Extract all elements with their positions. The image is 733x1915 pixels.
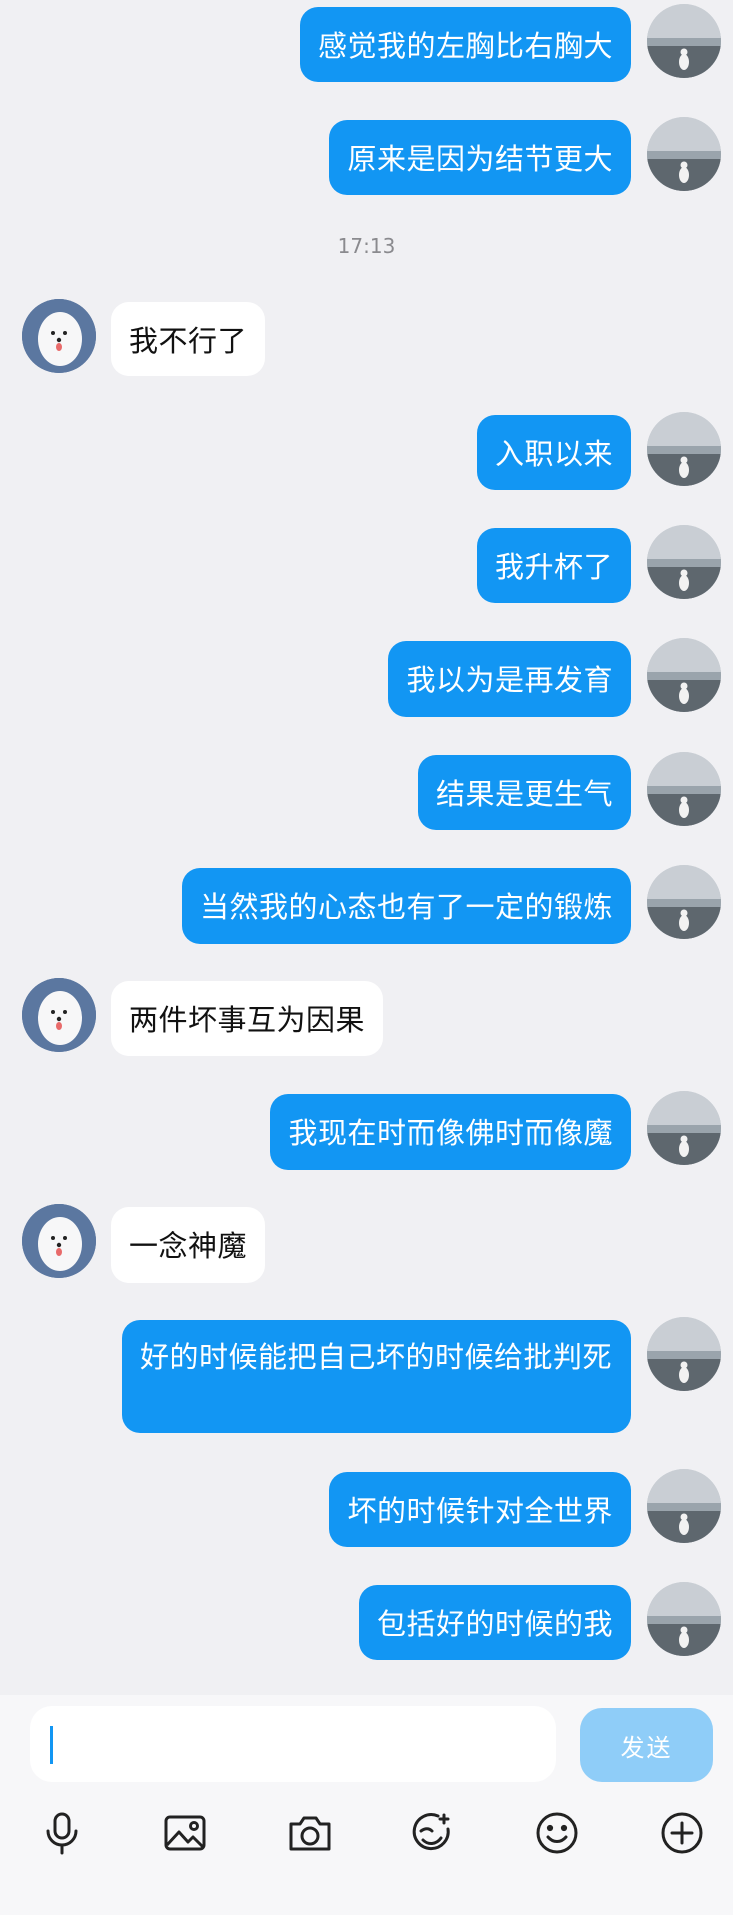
message-row-sent: 坏的时候针对全世界 — [0, 1469, 733, 1547]
message-row-sent: 结果是更生气 — [0, 752, 733, 830]
beach-photo-avatar[interactable] — [647, 1091, 721, 1165]
message-row-sent: 我升杯了 — [0, 525, 733, 603]
beach-photo-avatar[interactable] — [647, 412, 721, 486]
chat-history[interactable]: 感觉我的左胸比右胸大原来是因为结节更大 17:13 我不行了入职以来我升杯了我以为是… — [0, 0, 733, 1695]
message-row-sent: 当然我的心态也有了一定的锻炼 — [0, 865, 733, 944]
emoji-icon[interactable] — [529, 1805, 585, 1861]
sent-message-bubble[interactable]: 当然我的心态也有了一定的锻炼 — [181, 868, 631, 944]
timestamp: 17:13 — [337, 234, 396, 258]
sent-message-bubble[interactable]: 坏的时候针对全世界 — [329, 1472, 631, 1547]
beach-photo-avatar[interactable] — [647, 525, 721, 599]
beach-photo-avatar[interactable] — [647, 865, 721, 939]
message-row-received: 一念神魔 — [0, 1204, 733, 1283]
message-row-sent: 感觉我的左胸比右胸大 — [0, 4, 733, 82]
message-row-received: 两件坏事互为因果 — [0, 978, 733, 1056]
received-message-bubble[interactable]: 两件坏事互为因果 — [111, 981, 384, 1056]
beach-photo-avatar[interactable] — [647, 1317, 721, 1391]
sent-message-bubble[interactable]: 我升杯了 — [476, 528, 631, 603]
beach-photo-avatar[interactable] — [647, 752, 721, 826]
beach-photo-avatar[interactable] — [647, 117, 721, 191]
sent-message-bubble[interactable]: 结果是更生气 — [417, 755, 631, 830]
text-caret — [50, 1726, 53, 1764]
white-dog-avatar[interactable] — [22, 1204, 96, 1278]
plus-circle-icon[interactable] — [654, 1805, 710, 1861]
camera-icon[interactable] — [282, 1805, 338, 1861]
message-row-sent: 入职以来 — [0, 412, 733, 490]
sent-message-bubble[interactable]: 原来是因为结节更大 — [329, 120, 631, 195]
composer-bar: 发送 — [0, 1695, 733, 1915]
sticker-icon[interactable] — [404, 1805, 460, 1861]
received-message-bubble[interactable]: 一念神魔 — [111, 1207, 266, 1283]
image-icon[interactable] — [157, 1805, 213, 1861]
message-row-sent: 我现在时而像佛时而像魔 — [0, 1091, 733, 1170]
send-button[interactable]: 发送 — [580, 1708, 713, 1782]
sent-message-bubble[interactable]: 我现在时而像佛时而像魔 — [270, 1094, 631, 1170]
beach-photo-avatar[interactable] — [647, 4, 721, 78]
sent-message-bubble[interactable]: 感觉我的左胸比右胸大 — [299, 7, 631, 82]
white-dog-avatar[interactable] — [22, 299, 96, 373]
beach-photo-avatar[interactable] — [647, 638, 721, 712]
message-row-sent: 好的时候能把自己坏的时候给批判死 — [0, 1317, 733, 1433]
beach-photo-avatar[interactable] — [647, 1469, 721, 1543]
message-input[interactable] — [30, 1706, 556, 1782]
message-row-received: 我不行了 — [0, 299, 733, 376]
sent-message-bubble[interactable]: 入职以来 — [476, 415, 631, 490]
microphone-icon[interactable] — [34, 1805, 90, 1861]
received-message-bubble[interactable]: 我不行了 — [111, 302, 266, 376]
sent-message-bubble[interactable]: 包括好的时候的我 — [358, 1585, 631, 1660]
sent-message-bubble[interactable]: 我以为是再发育 — [388, 641, 631, 717]
message-row-sent: 原来是因为结节更大 — [0, 117, 733, 195]
message-row-sent: 包括好的时候的我 — [0, 1582, 733, 1660]
message-row-sent: 我以为是再发育 — [0, 638, 733, 717]
sent-message-bubble[interactable]: 好的时候能把自己坏的时候给批判死 — [122, 1320, 631, 1433]
white-dog-avatar[interactable] — [22, 978, 96, 1052]
beach-photo-avatar[interactable] — [647, 1582, 721, 1656]
